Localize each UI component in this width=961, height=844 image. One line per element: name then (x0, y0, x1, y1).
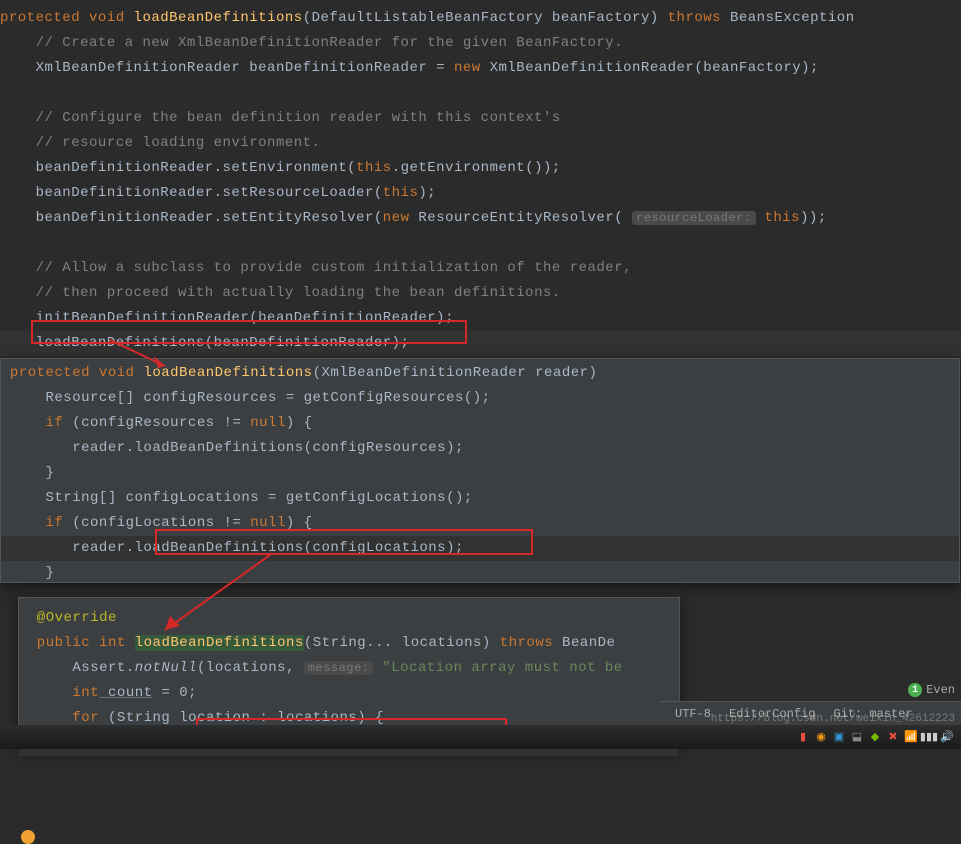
code-line: initBeanDefinitionReader(beanDefinitionR… (0, 306, 961, 331)
wifi-signal-icon[interactable]: ▮▮▮ (921, 729, 937, 745)
code-popup-tooltip[interactable]: protected void loadBeanDefinitions(XmlBe… (0, 358, 960, 583)
tray-icon[interactable]: ⬓ (849, 729, 865, 745)
code-comment: // resource loading environment. (0, 131, 961, 156)
code-line (0, 231, 961, 256)
watermark-text: https://blog.csdn.net/weixin_42612223 (711, 713, 955, 725)
code-line: reader.loadBeanDefinitions(configResourc… (1, 436, 959, 461)
tray-icon[interactable]: ✖ (885, 729, 901, 745)
param-hint: message: (304, 661, 374, 675)
code-editor[interactable]: protected void loadBeanDefinitions(Defau… (0, 0, 961, 381)
param-hint: resourceLoader: (632, 211, 756, 225)
notification-badge[interactable]: 1 Even (908, 683, 955, 697)
code-comment: // Allow a subclass to provide custom in… (0, 256, 961, 281)
code-line: String[] configLocations = getConfigLoca… (1, 486, 959, 511)
tray-icon[interactable]: ◆ (867, 729, 883, 745)
code-line: beanDefinitionReader.setEntityResolver(n… (0, 206, 961, 231)
code-line (0, 81, 961, 106)
tray-icon[interactable]: ▮ (795, 729, 811, 745)
status-encoding[interactable]: UTF-8 (675, 707, 711, 721)
network-icon[interactable]: 📶 (903, 729, 919, 745)
tray-icon[interactable]: ▣ (831, 729, 847, 745)
code-line: XmlBeanDefinitionReader beanDefinitionRe… (0, 56, 961, 81)
code-line: if (configResources != null) { (1, 411, 959, 436)
intention-bulb-icon[interactable] (21, 830, 35, 844)
code-line: } (1, 461, 959, 486)
code-comment: // Configure the bean definition reader … (0, 106, 961, 131)
code-line: protected void loadBeanDefinitions(XmlBe… (1, 361, 959, 386)
code-line: public int loadBeanDefinitions(String...… (19, 631, 679, 656)
code-line: if (configLocations != null) { (1, 511, 959, 536)
code-comment: // Create a new XmlBeanDefinitionReader … (0, 31, 961, 56)
badge-label: Even (926, 683, 955, 697)
windows-taskbar[interactable]: ▮ ◉ ▣ ⬓ ◆ ✖ 📶 ▮▮▮ 🔊 (0, 725, 961, 749)
code-line: beanDefinitionReader.setResourceLoader(t… (0, 181, 961, 206)
tray-icon[interactable]: ◉ (813, 729, 829, 745)
code-line: protected void loadBeanDefinitions(Defau… (0, 6, 961, 31)
code-line: int count = 0; (19, 681, 679, 706)
code-line: @Override (19, 606, 679, 631)
code-line: beanDefinitionReader.setEnvironment(this… (0, 156, 961, 181)
code-line: Resource[] configResources = getConfigRe… (1, 386, 959, 411)
volume-icon[interactable]: 🔊 (939, 729, 955, 745)
code-line: Assert.notNull(locations, message: "Loca… (19, 656, 679, 681)
code-line: } (1, 561, 959, 586)
code-line: reader.loadBeanDefinitions(configLocatio… (1, 536, 959, 561)
code-comment: // then proceed with actually loading th… (0, 281, 961, 306)
badge-count: 1 (908, 683, 922, 697)
code-line: loadBeanDefinitions(beanDefinitionReader… (0, 331, 961, 356)
